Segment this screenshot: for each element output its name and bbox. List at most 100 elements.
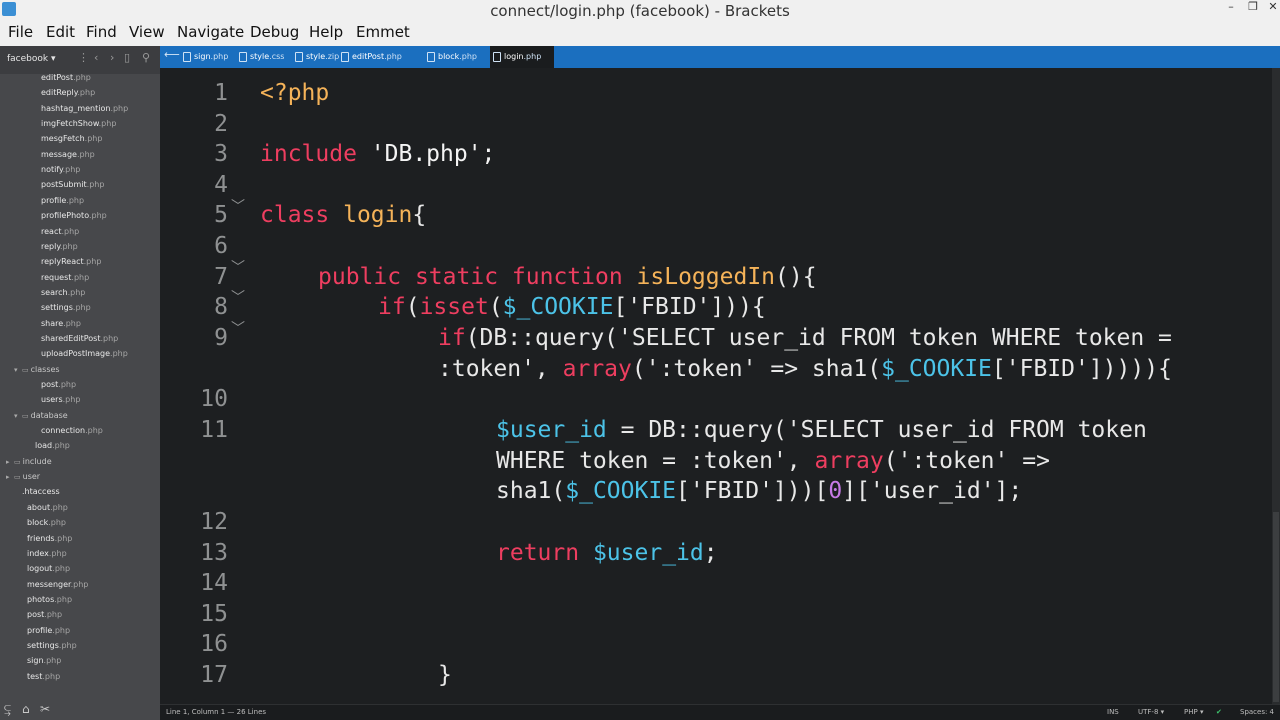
tree-file[interactable]: profilePhoto.php xyxy=(41,211,107,225)
tree-file[interactable]: mesgFetch.php xyxy=(41,134,102,148)
line-number: 5 xyxy=(214,202,228,228)
tree-file[interactable]: photos.php xyxy=(27,595,72,609)
tab-style[interactable]: style.zip xyxy=(292,46,339,68)
extension-icon[interactable]: ⥹ xyxy=(4,702,11,717)
language-select[interactable]: PHP ▾ xyxy=(1184,708,1203,716)
code-editor[interactable]: 1 2 3 4 5 6 7 8 9 10 11 12 13 14 15 16 17 ﹀ ﹀ ﹀ ﹀ <?php … xyxy=(160,68,1272,704)
indent-setting[interactable]: Spaces: 4 xyxy=(1240,708,1274,716)
line-number: 13 xyxy=(200,540,228,566)
tree-file[interactable]: search.php xyxy=(41,288,85,302)
menu-file[interactable]: File xyxy=(8,23,33,41)
tree-file[interactable]: friends.php xyxy=(27,534,72,548)
tab-block[interactable]: block.php xyxy=(424,46,490,68)
split-icon[interactable]: ▯ xyxy=(124,51,130,64)
tab-login[interactable]: login.php xyxy=(490,46,554,68)
tree-item-ext: .php xyxy=(85,426,103,436)
working-files-icon[interactable]: ⋮ xyxy=(78,51,89,64)
tree-file[interactable]: settings.php xyxy=(41,303,91,317)
tree-folder[interactable]: ▾ ▭ classes xyxy=(14,365,60,379)
insert-mode[interactable]: INS xyxy=(1107,708,1119,716)
project-sidebar: facebook ▾ ⋮ ‹ › ▯ ⚲ editPost.php editRep… xyxy=(0,46,160,720)
tree-item-ext: .php xyxy=(88,211,107,221)
tree-file[interactable]: share.php xyxy=(41,319,81,333)
tree-file[interactable]: .htaccess xyxy=(22,487,60,501)
tree-file[interactable]: profile.php xyxy=(41,196,84,210)
tree-file[interactable]: react.php xyxy=(41,227,79,241)
tree-file[interactable]: users.php xyxy=(41,395,80,409)
menu-debug[interactable]: Debug xyxy=(250,23,299,41)
tree-file[interactable]: hashtag_mention.php xyxy=(41,104,128,118)
tree-file[interactable]: postSubmit.php xyxy=(41,180,104,194)
tree-folder[interactable]: ▸ ▭ include xyxy=(6,457,52,471)
tree-file[interactable]: logout.php xyxy=(27,564,70,578)
tree-file[interactable]: sign.php xyxy=(27,656,61,670)
tree-file[interactable]: imgFetchShow.php xyxy=(41,119,116,133)
tree-file[interactable]: editReply.php xyxy=(41,88,95,102)
tab-ext: .php xyxy=(210,52,229,61)
tree-item-ext: .php xyxy=(52,625,71,635)
close-icon[interactable]: ✕ xyxy=(1260,0,1280,16)
line-number: 2 xyxy=(214,111,228,137)
tree-file[interactable]: settings.php xyxy=(27,641,77,655)
nav-back-icon[interactable]: ‹ xyxy=(94,51,98,64)
encoding-select[interactable]: UTF-8 ▾ xyxy=(1138,708,1164,716)
tree-file[interactable]: test.php xyxy=(27,672,60,686)
folder-arrow-icon[interactable]: ▾ xyxy=(14,366,22,374)
search-icon[interactable]: ⚲ xyxy=(142,51,150,64)
tree-file[interactable]: reply.php xyxy=(41,242,78,256)
tree-file[interactable]: post.php xyxy=(27,610,62,624)
tab-label: sign xyxy=(194,52,211,61)
folder-arrow-icon[interactable]: ▸ xyxy=(6,473,14,481)
menu-help[interactable]: Help xyxy=(309,23,343,41)
tab-style[interactable]: style.css xyxy=(236,46,292,68)
menu-edit[interactable]: Edit xyxy=(46,23,75,41)
fold-arrow-icon[interactable]: ﹀ xyxy=(231,196,245,216)
menu-view[interactable]: View xyxy=(129,23,165,41)
tree-item-ext: .php xyxy=(62,165,81,175)
menu-navigate[interactable]: Navigate xyxy=(177,23,244,41)
tools-icon[interactable]: ✂ xyxy=(40,702,50,716)
nav-forward-icon[interactable]: › xyxy=(110,51,114,64)
fold-arrow-icon[interactable]: ﹀ xyxy=(231,257,245,277)
editor-scrollbar[interactable] xyxy=(1272,68,1280,704)
tree-file[interactable]: uploadPostImage.php xyxy=(41,349,128,363)
tree-file[interactable]: connection.php xyxy=(41,426,103,440)
tree-file[interactable]: post.php xyxy=(41,380,76,394)
code-line-8: if(isset($_COOKIE['FBID'])){ xyxy=(378,294,766,320)
tree-file[interactable]: index.php xyxy=(27,549,67,563)
menu-find[interactable]: Find xyxy=(86,23,117,41)
folder-arrow-icon[interactable]: ▾ xyxy=(14,412,22,420)
linter-icon[interactable]: ✔ xyxy=(1216,708,1222,716)
tree-folder[interactable]: ▸ ▭ user xyxy=(6,472,40,486)
line-number: 12 xyxy=(200,509,228,535)
tree-file[interactable]: message.php xyxy=(41,150,95,164)
line-number: 10 xyxy=(200,386,228,412)
tree-file[interactable]: replyReact.php xyxy=(41,257,101,271)
tree-file[interactable]: request.php xyxy=(41,273,89,287)
project-dropdown[interactable]: facebook ▾ xyxy=(7,54,56,64)
tree-item-ext: .php xyxy=(66,195,85,205)
tree-item-name: editPost xyxy=(41,74,74,82)
tab-sign[interactable]: sign.php xyxy=(180,46,236,68)
tree-file[interactable]: profile.php xyxy=(27,626,70,640)
sidebar-footer: ⥹ ⌂ ✂ xyxy=(0,700,160,720)
tree-file[interactable]: about.php xyxy=(27,503,68,517)
fold-arrow-icon[interactable]: ﹀ xyxy=(231,318,245,338)
tree-file[interactable]: messenger.php xyxy=(27,580,88,594)
scrollbar-thumb[interactable] xyxy=(1273,512,1279,702)
menu-emmet[interactable]: Emmet xyxy=(356,23,410,41)
tree-file[interactable]: load.php xyxy=(35,441,70,455)
tree-file[interactable]: editPost.php xyxy=(41,74,91,87)
tree-item-name: profile xyxy=(27,625,53,635)
tree-folder[interactable]: ▾ ▭ database xyxy=(14,411,68,425)
folder-arrow-icon[interactable]: ▸ xyxy=(6,458,14,466)
tab-editPost[interactable]: editPost.php xyxy=(338,46,424,68)
tree-file[interactable]: block.php xyxy=(27,518,66,532)
tree-file[interactable]: sharedEditPost.php xyxy=(41,334,118,348)
fold-arrow-icon[interactable]: ﹀ xyxy=(231,287,245,307)
code-line-9b: :token', array(':token' => sha1($_COOKIE… xyxy=(438,356,1172,382)
home-icon[interactable]: ⌂ xyxy=(22,702,30,716)
tree-file[interactable]: notify.php xyxy=(41,165,80,179)
cursor-position: Line 1, Column 1 — 26 Lines xyxy=(166,708,267,716)
back-arrow-icon[interactable]: ⟵ xyxy=(164,48,180,61)
